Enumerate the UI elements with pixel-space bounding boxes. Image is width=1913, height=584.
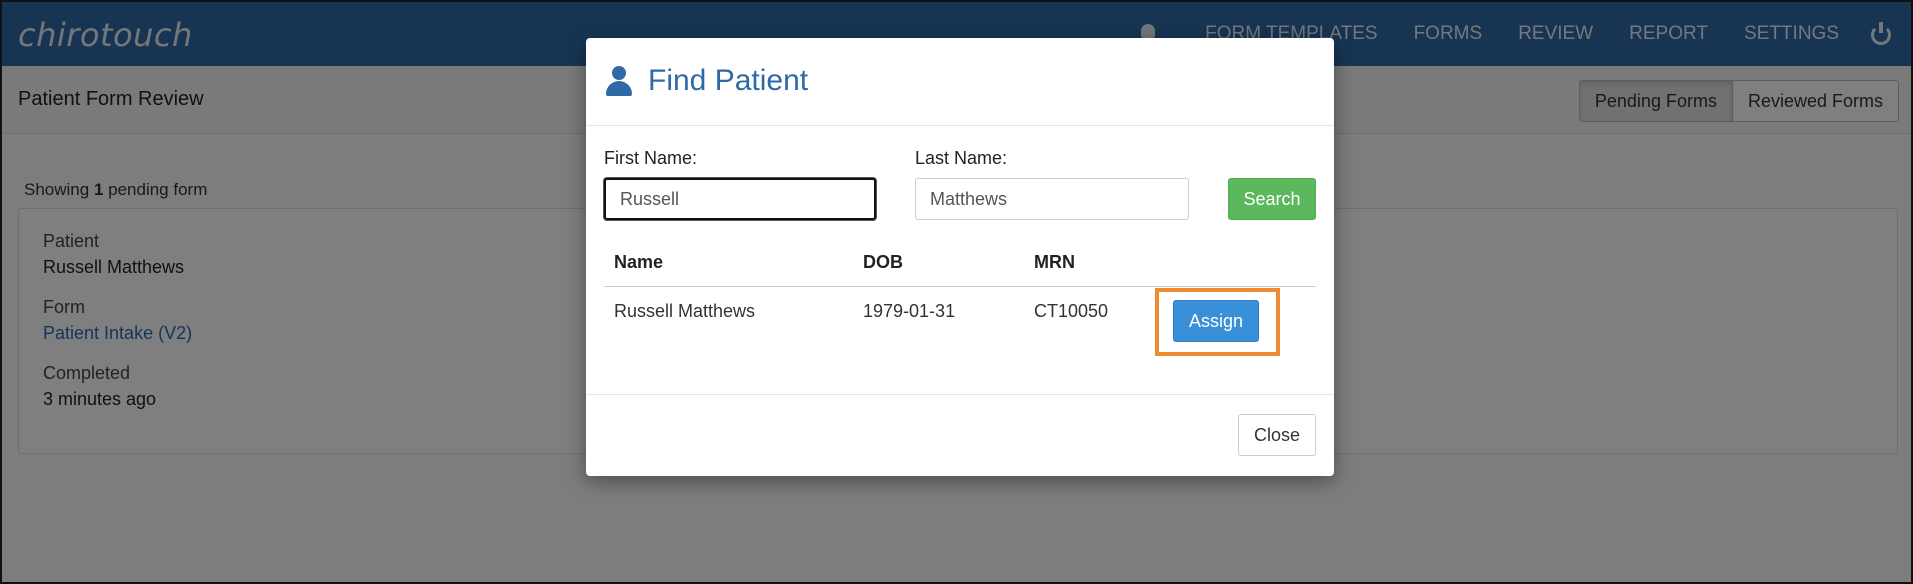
result-dob: 1979-01-31 xyxy=(863,301,956,321)
result-mrn: CT10050 xyxy=(1034,301,1109,321)
first-name-input[interactable] xyxy=(604,178,876,220)
modal-header: Find Patient xyxy=(586,38,1334,126)
find-patient-modal: Find Patient First Name: Last Name: Sear… xyxy=(586,38,1334,476)
column-header-mrn: MRN xyxy=(1034,252,1075,272)
modal-title: Find Patient xyxy=(648,64,809,97)
last-name-label: Last Name: xyxy=(915,148,1008,168)
app-window: chirotouch FORM TEMPLATES FORMS REVIEW R… xyxy=(0,0,1913,584)
modal-footer-divider xyxy=(586,394,1334,395)
column-header-name: Name xyxy=(614,252,664,272)
close-button[interactable]: Close xyxy=(1238,414,1316,456)
table-header-divider xyxy=(604,286,1316,287)
first-name-label: First Name: xyxy=(604,148,698,168)
user-icon xyxy=(606,66,632,96)
assign-button[interactable]: Assign xyxy=(1173,300,1259,342)
result-name: Russell Matthews xyxy=(614,301,756,321)
last-name-input[interactable] xyxy=(915,178,1189,220)
column-header-dob: DOB xyxy=(863,252,903,272)
search-button[interactable]: Search xyxy=(1228,178,1316,220)
